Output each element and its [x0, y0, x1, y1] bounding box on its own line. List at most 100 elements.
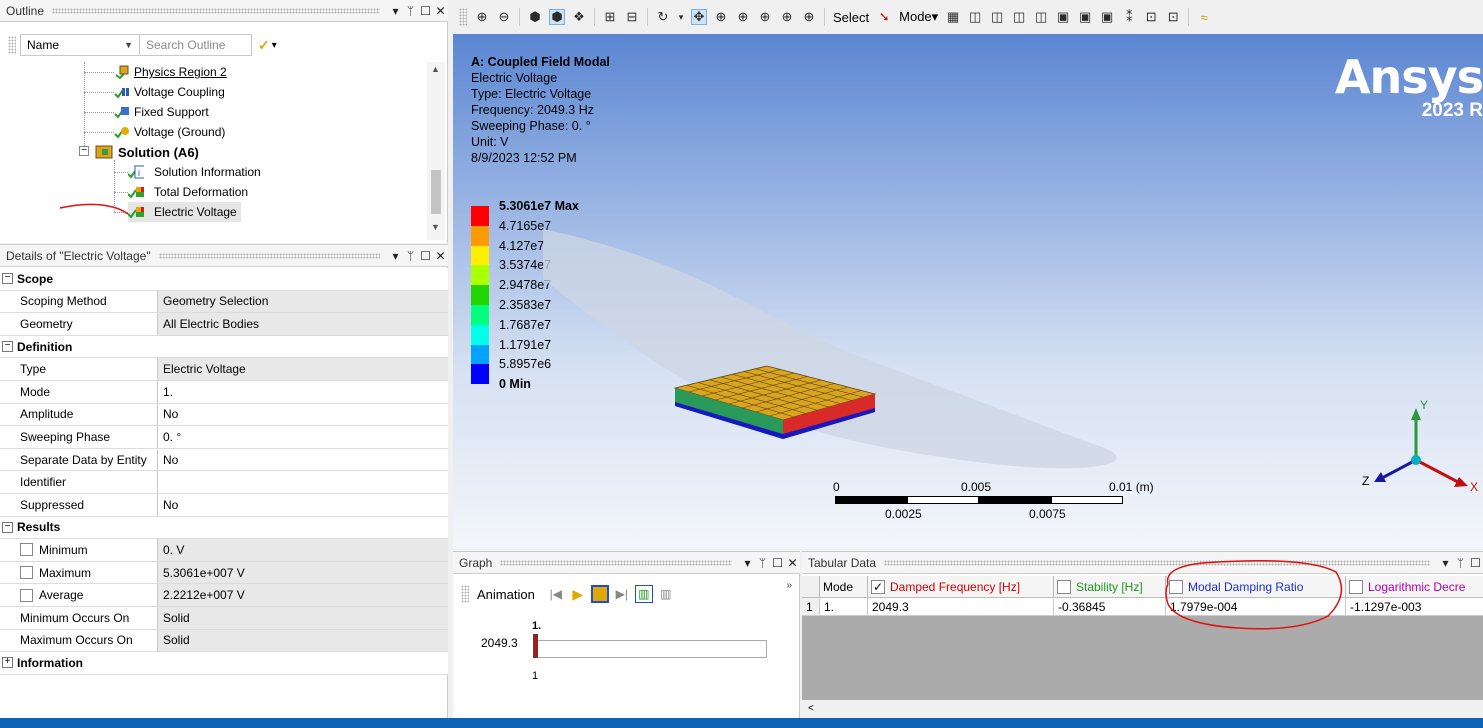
horizontal-scrollbar[interactable]: <	[802, 700, 1483, 718]
select-body-icon[interactable]: ◫	[1033, 9, 1049, 25]
name-dropdown[interactable]: Name ▼	[20, 34, 140, 56]
graph-bar-area[interactable]	[535, 640, 767, 658]
detail-row[interactable]: Type Electric Voltage	[0, 358, 448, 381]
detail-value[interactable]: 1.	[158, 380, 448, 403]
rotate-dropdown-icon[interactable]: ▾	[677, 9, 685, 25]
rotate-icon[interactable]: ↻	[655, 9, 671, 25]
zoom-out-icon[interactable]: ⊖	[496, 9, 512, 25]
previous-frame-icon[interactable]: |◀	[547, 585, 565, 603]
detail-row[interactable]: Maximum 5.3061e+007 V	[0, 561, 448, 585]
dropdown-arrow-icon[interactable]: ▾	[388, 249, 403, 263]
column-header-damped-frequency[interactable]: ✓ Damped Frequency [Hz]	[868, 576, 1054, 598]
collapse-icon[interactable]: −	[2, 341, 13, 353]
scroll-thumb[interactable]	[431, 170, 441, 214]
stop-icon[interactable]	[590, 585, 609, 603]
select-node-icon[interactable]: ▣	[1055, 9, 1071, 25]
cell-stability[interactable]: -0.36845	[1054, 598, 1166, 616]
overflow-icon[interactable]: »	[786, 580, 792, 591]
drag-handle-icon[interactable]	[461, 585, 469, 603]
section-scope[interactable]: − Scope	[0, 268, 448, 291]
detail-row[interactable]: Scoping Method Geometry Selection	[0, 290, 448, 314]
cell-mode[interactable]: 1.	[820, 598, 868, 616]
tree-item-total-deformation[interactable]: Total Deformation	[128, 182, 248, 202]
detail-row[interactable]: Identifier	[0, 471, 448, 494]
filter-dropdown-icon[interactable]: ▾	[272, 40, 277, 51]
tree-item-voltage-coupling[interactable]: Voltage Coupling	[114, 82, 225, 102]
detail-row[interactable]: Minimum 0. V	[0, 539, 448, 562]
select-element-icon[interactable]: ▣	[1099, 9, 1115, 25]
section-results[interactable]: − Results	[0, 516, 448, 540]
drag-handle-icon[interactable]	[8, 36, 16, 54]
column-header-log-decrement[interactable]: Logarithmic Decre	[1346, 576, 1483, 598]
detail-row[interactable]: Suppressed No	[0, 493, 448, 517]
select-vertex-icon[interactable]: ◫	[967, 9, 983, 25]
box-zoom-icon[interactable]: ⊕	[735, 9, 751, 25]
maximize-icon[interactable]: ☐	[418, 249, 433, 263]
select-element-face-icon[interactable]: ▣	[1077, 9, 1093, 25]
dropdown-arrow-icon[interactable]: ▾	[388, 4, 403, 18]
expand-icon[interactable]: +	[2, 657, 13, 669]
tree-item-fixed-support[interactable]: Fixed Support	[114, 102, 209, 122]
scroll-up-icon[interactable]: ▲	[431, 64, 440, 74]
maximize-icon[interactable]: ☐	[418, 4, 433, 18]
zoom-icon[interactable]: ⊕	[713, 9, 729, 25]
scroll-down-icon[interactable]: ▼	[431, 222, 440, 232]
dropdown-arrow-icon[interactable]: ▾	[1438, 556, 1453, 570]
cell-log-decrement[interactable]: -1.1297e-003	[1346, 598, 1483, 616]
detail-value[interactable]: All Electric Bodies	[158, 313, 448, 335]
grip-icon[interactable]	[158, 252, 380, 259]
scroll-left-icon[interactable]: <	[808, 703, 814, 714]
shaded-exterior-icon[interactable]: ⬢	[527, 9, 543, 25]
maximize-icon[interactable]: ☐	[770, 556, 785, 570]
select-coordinates-icon[interactable]: ⁑	[1121, 9, 1137, 25]
distributed-frames-icon[interactable]: ▥	[634, 585, 653, 603]
zoom-in-icon[interactable]: ⊕	[474, 9, 490, 25]
wireframe-icon[interactable]: ❖	[571, 9, 587, 25]
close-icon[interactable]: ✕	[433, 4, 448, 18]
axis-triad[interactable]: Y X Z	[1358, 394, 1483, 504]
detail-value[interactable]: No	[158, 403, 448, 426]
detail-row[interactable]: Amplitude No	[0, 403, 448, 427]
graphics-viewport[interactable]: A: Coupled Field Modal Electric Voltage …	[453, 34, 1483, 549]
grip-icon[interactable]	[500, 559, 732, 566]
select-edge-icon[interactable]: ◫	[989, 9, 1005, 25]
pin-icon[interactable]: ᛘ	[403, 4, 418, 18]
annotation-icon[interactable]: ⊡	[1165, 9, 1181, 25]
dropdown-arrow-icon[interactable]: ▾	[740, 556, 755, 570]
detail-row[interactable]: Sweeping Phase 0. °	[0, 426, 448, 449]
detail-value[interactable]: 0. °	[158, 426, 448, 448]
pin-icon[interactable]: ᛘ	[755, 556, 770, 570]
pin-icon[interactable]: ᛘ	[1453, 556, 1468, 570]
tree-item-voltage-ground[interactable]: Voltage (Ground)	[114, 122, 225, 142]
tree-item-electric-voltage[interactable]: Electric Voltage	[128, 202, 241, 222]
cell-damped-frequency[interactable]: 2049.3	[868, 598, 1054, 616]
shaded-edges-icon[interactable]: ⬢	[549, 9, 565, 25]
search-outline-input[interactable]: Search Outline	[140, 34, 252, 56]
previous-view-icon[interactable]: ⊕	[801, 9, 817, 25]
detail-row[interactable]: Minimum Occurs On Solid	[0, 606, 448, 630]
pan-icon[interactable]: ✥	[691, 9, 707, 25]
detail-row[interactable]: Maximum Occurs On Solid	[0, 629, 448, 653]
section-plane-icon[interactable]: ⊟	[624, 9, 640, 25]
detail-value[interactable]: No	[158, 493, 448, 516]
section-information[interactable]: + Information	[0, 652, 448, 675]
select-mesh-icon[interactable]: ▦	[945, 9, 961, 25]
drag-handle-icon[interactable]	[459, 8, 467, 26]
detail-row[interactable]: Mode 1.	[0, 380, 448, 404]
collapse-icon[interactable]: −	[2, 273, 13, 285]
detail-row[interactable]: Separate Data by Entity No	[0, 448, 448, 472]
close-icon[interactable]: ✕	[785, 556, 800, 570]
select-face-icon[interactable]: ◫	[1011, 9, 1027, 25]
detail-row[interactable]: Geometry All Electric Bodies	[0, 313, 448, 336]
label-icon[interactable]: ⊡	[1143, 9, 1159, 25]
detail-value[interactable]: Electric Voltage	[158, 358, 448, 380]
filter-icon[interactable]: ✓	[258, 37, 270, 54]
grip-icon[interactable]	[52, 7, 380, 14]
collapse-toggle-icon[interactable]: −	[79, 146, 89, 156]
select-cursor-icon[interactable]: ➘	[876, 9, 892, 25]
table-row[interactable]: 1 1. 2049.3 -0.36845 1.7979e-004 -1.1297…	[802, 598, 1483, 616]
explode-icon[interactable]: ⊞	[602, 9, 618, 25]
column-header-mode[interactable]: Mode	[820, 576, 868, 598]
detail-value[interactable]	[158, 471, 448, 493]
play-icon[interactable]: ▶	[569, 585, 587, 603]
